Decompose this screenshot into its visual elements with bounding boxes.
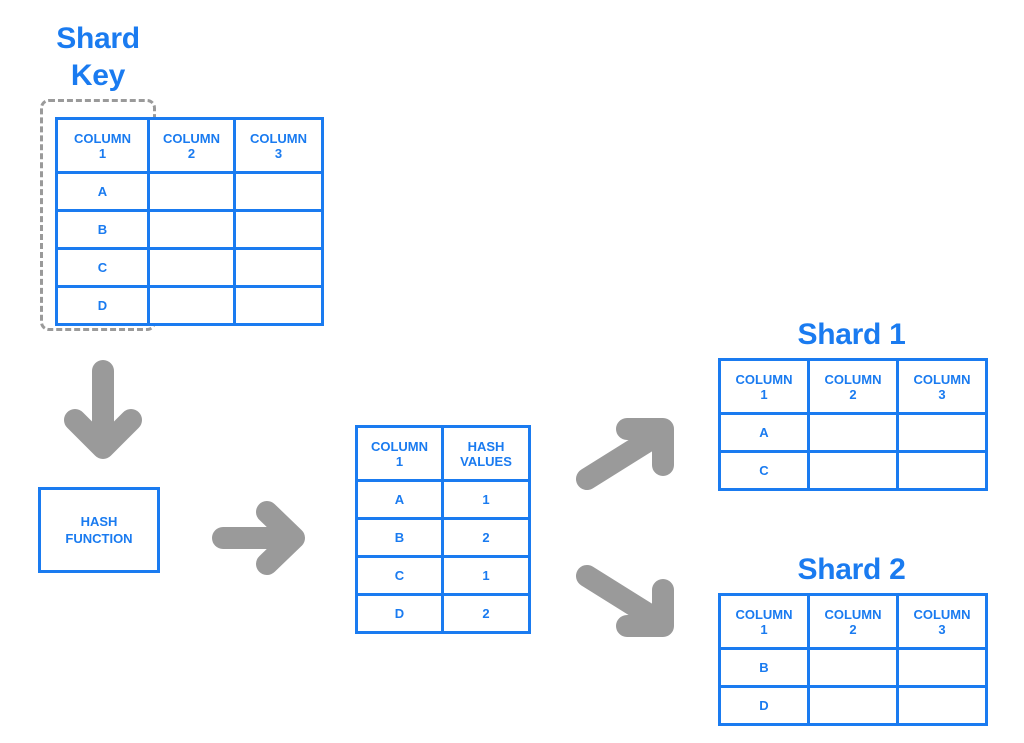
shard-1-table-cell (896, 450, 988, 491)
hash-values-table-cell: 1 (441, 479, 531, 520)
shard-1-table-header-row: COLUMN 1 COLUMN 2 COLUMN 3 (718, 358, 988, 415)
arrow-right-to-hash-table (210, 500, 310, 576)
shard-2-table-cell (807, 647, 899, 688)
shard-1-table: COLUMN 1 COLUMN 2 COLUMN 3AC (718, 358, 988, 491)
hash-values-table-cell: A (355, 479, 444, 520)
hash-values-table-header-cell: HASH VALUES (441, 425, 531, 482)
shard-2-table-header-row: COLUMN 1 COLUMN 2 COLUMN 3 (718, 593, 988, 650)
shard-1-table-header-cell: COLUMN 1 (718, 358, 810, 415)
shard-1-table-header-cell: COLUMN 2 (807, 358, 899, 415)
shard-2-table-header-cell: COLUMN 1 (718, 593, 810, 650)
hash-values-table: COLUMN 1 HASH VALUES A 1 B 2 C 1 D 2 (355, 425, 531, 634)
source-table-cell (147, 285, 236, 326)
hash-values-table-cell: 1 (441, 555, 531, 596)
hash-values-table-row: C1 (355, 555, 531, 596)
arrow-down-right-to-shard-2 (574, 560, 678, 640)
shard-2-table-row: D (718, 685, 988, 726)
shard-1-table-cell: A (718, 412, 810, 453)
source-table-cell: D (55, 285, 150, 326)
source-table-cell (147, 171, 236, 212)
shard-2-table: COLUMN 1 COLUMN 2 COLUMN 3BD (718, 593, 988, 726)
source-table-row: A (55, 171, 324, 212)
source-table: COLUMN 1 COLUMN 2 COLUMN 3ABCD (55, 117, 324, 326)
source-table-cell (233, 171, 324, 212)
source-table-cell: C (55, 247, 150, 288)
hash-values-table-row: B2 (355, 517, 531, 558)
shard-2-title: Shard 2 (797, 553, 906, 586)
source-table-cell: A (55, 171, 150, 212)
hash-values-table-cell: 2 (441, 593, 531, 634)
source-table-header-cell: COLUMN 1 (55, 117, 150, 174)
source-table-cell (147, 209, 236, 250)
source-table-row: B (55, 209, 324, 250)
hash-values-table-cell: C (355, 555, 444, 596)
shard-1-table-row: A (718, 412, 988, 453)
source-table-header-row: COLUMN 1 COLUMN 2 COLUMN 3 (55, 117, 324, 174)
source-table-cell (233, 209, 324, 250)
source-table-cell (233, 247, 324, 288)
shard-key-title: Shard Key (56, 22, 140, 92)
source-table-header-cell: COLUMN 3 (233, 117, 324, 174)
shard-1-table-header-cell: COLUMN 3 (896, 358, 988, 415)
shard-2-table-row: B (718, 647, 988, 688)
source-table-row: C (55, 247, 324, 288)
hash-values-table-cell: B (355, 517, 444, 558)
shard-2-table-cell: D (718, 685, 810, 726)
source-table-cell (147, 247, 236, 288)
shard-1-table-cell (896, 412, 988, 453)
shard-1-table-row: C (718, 450, 988, 491)
shard-2-table-cell: B (718, 647, 810, 688)
hash-function-box: HASH FUNCTION (38, 487, 160, 573)
source-table-row: D (55, 285, 324, 326)
shard-1-title: Shard 1 (797, 318, 906, 351)
source-table-cell: B (55, 209, 150, 250)
hash-values-table-cell: D (355, 593, 444, 634)
sharding-diagram: Shard Key COLUMN 1 COLUMN 2 COLUMN 3ABCD H… (0, 0, 1024, 743)
arrow-down-to-hash (62, 358, 144, 463)
hash-values-table-row: D2 (355, 593, 531, 634)
source-table-cell (233, 285, 324, 326)
shard-2-table-header-cell: COLUMN 3 (896, 593, 988, 650)
arrow-up-right-to-shard-1 (574, 415, 678, 495)
shard-2-table-cell (807, 685, 899, 726)
hash-values-table-header-row: COLUMN 1 HASH VALUES (355, 425, 531, 482)
hash-values-table-row: A1 (355, 479, 531, 520)
shard-1-table-cell (807, 450, 899, 491)
shard-1-table-cell (807, 412, 899, 453)
shard-1-table-cell: C (718, 450, 810, 491)
hash-values-table-cell: 2 (441, 517, 531, 558)
shard-2-table-cell (896, 685, 988, 726)
shard-2-table-cell (896, 647, 988, 688)
shard-2-table-header-cell: COLUMN 2 (807, 593, 899, 650)
hash-values-table-header-cell: COLUMN 1 (355, 425, 444, 482)
source-table-header-cell: COLUMN 2 (147, 117, 236, 174)
